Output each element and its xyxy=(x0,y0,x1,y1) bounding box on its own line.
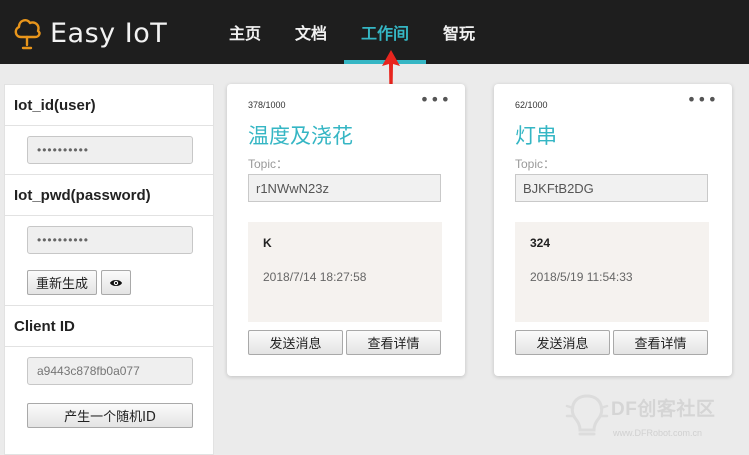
brand-name: Easy IoT xyxy=(50,17,168,49)
more-dots-icon[interactable]: ••• xyxy=(420,92,451,108)
card-actions: 发送消息 查看详情 xyxy=(515,330,708,355)
send-message-button[interactable]: 发送消息 xyxy=(515,330,610,355)
user-field[interactable] xyxy=(27,136,193,164)
eye-icon xyxy=(110,279,122,286)
message-quota: 62/1000 xyxy=(515,100,548,110)
user-label: Iot_id(user) xyxy=(5,85,213,126)
device-title[interactable]: 温度及浇花 xyxy=(248,120,353,150)
client-id-section: Client ID 产生一个随机ID xyxy=(5,306,213,438)
nav-home[interactable]: 主页 xyxy=(212,0,278,64)
view-details-button[interactable]: 查看详情 xyxy=(346,330,441,355)
client-id-input[interactable] xyxy=(27,357,193,385)
watermark: DF创客社区 www.DFRobot.com.cn xyxy=(565,390,749,452)
topic-label: Topic： xyxy=(515,157,556,171)
watermark-url: www.DFRobot.com.cn xyxy=(613,428,703,438)
cloud-bulb-icon xyxy=(14,19,41,50)
last-message-box: 324 2018/5/19 11:54:33 xyxy=(515,222,709,322)
password-label: Iot_pwd(password) xyxy=(5,175,213,216)
last-message: K xyxy=(263,236,272,250)
view-details-button[interactable]: 查看详情 xyxy=(613,330,708,355)
show-password-button[interactable] xyxy=(101,270,131,295)
top-navbar: Easy IoT 主页 文档 工作间 智玩 xyxy=(0,0,749,64)
watermark-name: DF创客社区 xyxy=(611,399,716,420)
last-message-box: K 2018/7/14 18:27:58 xyxy=(248,222,442,322)
main-nav: 主页 文档 工作间 智玩 xyxy=(212,0,492,64)
last-message: 324 xyxy=(530,236,551,250)
nav-docs[interactable]: 文档 xyxy=(278,0,344,64)
message-timestamp: 2018/7/14 18:27:58 xyxy=(263,270,367,284)
df-logo-icon xyxy=(565,394,609,436)
brand[interactable]: Easy IoT xyxy=(12,14,167,52)
send-message-button[interactable]: 发送消息 xyxy=(248,330,343,355)
device-card: 378/1000 ••• 温度及浇花 Topic： r1NWwN23z K 20… xyxy=(227,84,465,376)
password-section: Iot_pwd(password) 重新生成 xyxy=(5,175,213,306)
topic-label: Topic： xyxy=(248,157,289,171)
password-field[interactable] xyxy=(27,226,193,254)
user-section: Iot_id(user) xyxy=(5,85,213,175)
message-timestamp: 2018/5/19 11:54:33 xyxy=(530,270,633,284)
device-card: 62/1000 ••• 灯串 Topic： BJKFtB2DG 324 2018… xyxy=(494,84,732,376)
topic-field[interactable]: BJKFtB2DG xyxy=(515,174,708,202)
message-quota: 378/1000 xyxy=(248,100,286,110)
regenerate-button[interactable]: 重新生成 xyxy=(27,270,97,295)
random-id-button[interactable]: 产生一个随机ID xyxy=(27,403,193,428)
topic-field[interactable]: r1NWwN23z xyxy=(248,174,441,202)
client-id-label: Client ID xyxy=(5,306,213,347)
credentials-sidebar: Iot_id(user) Iot_pwd(password) 重新生成 Clie… xyxy=(4,84,214,455)
nav-play[interactable]: 智玩 xyxy=(426,0,492,64)
device-title[interactable]: 灯串 xyxy=(515,120,557,150)
card-actions: 发送消息 查看详情 xyxy=(248,330,441,355)
more-dots-icon[interactable]: ••• xyxy=(687,92,718,108)
